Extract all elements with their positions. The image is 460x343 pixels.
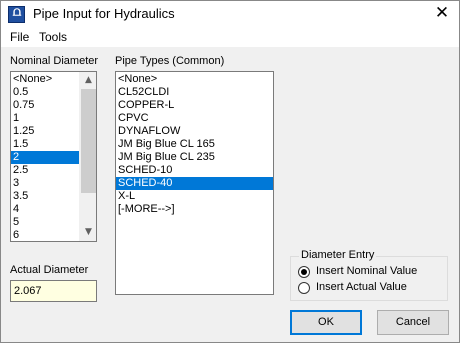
menu-bar: File Tools: [1, 28, 459, 47]
cancel-button[interactable]: Cancel: [377, 310, 449, 335]
nominal-diameter-item[interactable]: <None>: [11, 73, 80, 86]
scroll-thumb[interactable]: [81, 89, 96, 193]
nominal-diameter-item[interactable]: 1: [11, 112, 80, 125]
nominal-diameter-item[interactable]: 1.25: [11, 125, 80, 138]
pipe-type-item[interactable]: DYNAFLOW: [116, 125, 273, 138]
scroll-up-icon[interactable]: ▲: [80, 72, 96, 89]
title-bar[interactable]: ⩍ Pipe Input for Hydraulics ✕: [1, 1, 459, 28]
radio-indicator-nominal[interactable]: [298, 266, 310, 278]
actual-diameter-field[interactable]: 2.067: [10, 280, 97, 302]
pipe-types-label: Pipe Types (Common): [115, 55, 225, 67]
window-title: Pipe Input for Hydraulics: [33, 6, 175, 21]
nominal-diameter-item[interactable]: 6: [11, 229, 80, 241]
radio-label-actual: Insert Actual Value: [316, 281, 407, 293]
nominal-diameter-scrollbar[interactable]: ▲ ▼: [79, 72, 96, 241]
pipe-type-item[interactable]: SCHED-10: [116, 164, 273, 177]
nominal-diameter-item[interactable]: 0.75: [11, 99, 80, 112]
nominal-diameter-item[interactable]: 2.5: [11, 164, 80, 177]
nominal-diameter-item[interactable]: 4: [11, 203, 80, 216]
nominal-diameter-rows: <None> 0.5 0.75 1 1.25 1.5 2 2.5 3 3.5 4 5 6: [11, 73, 80, 241]
scroll-down-icon[interactable]: ▼: [80, 224, 96, 241]
pipe-type-item[interactable]: X-L: [116, 190, 273, 203]
nominal-diameter-item[interactable]: 2: [11, 151, 80, 164]
pipe-type-item[interactable]: JM Big Blue CL 165: [116, 138, 273, 151]
dialog-window: ⩍ Pipe Input for Hydraulics ✕ File Tools…: [0, 0, 460, 343]
pipe-types-list[interactable]: <None> CL52CLDI COPPER-L CPVC DYNAFLOW JM Big…: [115, 71, 274, 295]
pipe-types-rows: <None> CL52CLDI COPPER-L CPVC DYNAFLOW JM Big…: [116, 73, 273, 216]
nominal-diameter-item[interactable]: 1.5: [11, 138, 80, 151]
pipe-type-item[interactable]: <None>: [116, 73, 273, 86]
radio-label-nominal: Insert Nominal Value: [316, 265, 418, 277]
pipe-type-item[interactable]: COPPER-L: [116, 99, 273, 112]
diameter-entry-title: Diameter Entry: [299, 249, 377, 261]
nominal-diameter-item[interactable]: 3.5: [11, 190, 80, 203]
menu-tools[interactable]: Tools: [39, 30, 67, 44]
ok-button[interactable]: OK: [290, 310, 362, 335]
pipe-type-item[interactable]: [-MORE-->]: [116, 203, 273, 216]
pipe-type-item[interactable]: CPVC: [116, 112, 273, 125]
radio-indicator-actual[interactable]: [298, 282, 310, 294]
close-icon[interactable]: ✕: [425, 1, 459, 28]
hydraulics-app-icon: ⩍: [8, 5, 25, 23]
nominal-diameter-item[interactable]: 3: [11, 177, 80, 190]
nominal-diameter-item[interactable]: 5: [11, 216, 80, 229]
actual-diameter-label: Actual Diameter: [10, 264, 89, 276]
nominal-diameter-label: Nominal Diameter: [10, 55, 99, 67]
pipe-type-item[interactable]: CL52CLDI: [116, 86, 273, 99]
pipe-type-item[interactable]: JM Big Blue CL 235: [116, 151, 273, 164]
pipe-type-item[interactable]: SCHED-40: [116, 177, 273, 190]
nominal-diameter-item[interactable]: 0.5: [11, 86, 80, 99]
menu-file[interactable]: File: [10, 30, 29, 44]
diameter-entry-group: Diameter Entry Insert Nominal Value Inse…: [290, 249, 448, 301]
nominal-diameter-list[interactable]: <None> 0.5 0.75 1 1.25 1.5 2 2.5 3 3.5 4 5 6 ▲ ▼: [10, 71, 97, 242]
